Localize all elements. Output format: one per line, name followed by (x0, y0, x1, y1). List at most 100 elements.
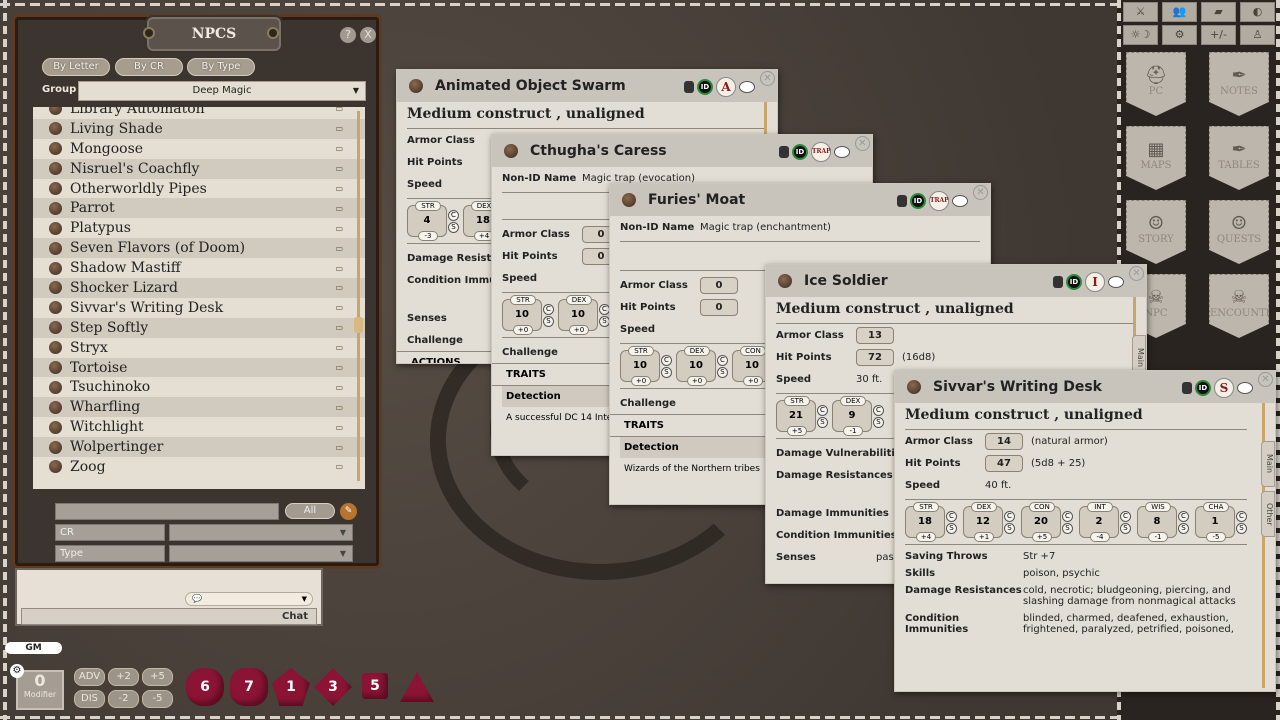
close-icon[interactable]: ✕ (1258, 372, 1273, 387)
save-roll-icon[interactable]: S (1236, 522, 1247, 534)
book-icon[interactable]: ▭ (335, 462, 343, 471)
token-icon[interactable] (49, 380, 62, 394)
book-icon[interactable]: ▭ (335, 144, 343, 153)
calendar-icon[interactable]: ▰ (1201, 2, 1236, 22)
speech-bubble-icon[interactable] (952, 195, 968, 207)
ability-box[interactable]: CHA 1 -5 (1195, 502, 1235, 542)
lock-icon[interactable] (684, 81, 694, 93)
scrollbar[interactable] (357, 111, 360, 481)
filter-type-dropdown[interactable]: ▼ (169, 545, 353, 562)
sidebar-button-maps[interactable]: ▦ MAPS (1126, 126, 1186, 190)
close-icon[interactable]: ✕ (1129, 266, 1144, 281)
ability-box[interactable]: DEX 9 -1 (832, 396, 872, 436)
type-badge[interactable]: I (1085, 272, 1105, 292)
dis-button[interactable]: DIS (74, 690, 105, 708)
search-input[interactable] (55, 503, 279, 520)
tab-by-cr[interactable]: By CR (115, 58, 183, 76)
save-roll-icon[interactable]: S (661, 366, 672, 378)
npc-list-item[interactable]: Shadow Mastiff ▭ (33, 258, 365, 278)
close-icon[interactable]: ✕ (973, 185, 988, 200)
book-icon[interactable]: ▭ (335, 224, 343, 233)
tab-by-type[interactable]: By Type (187, 58, 255, 76)
lock-icon[interactable] (779, 146, 789, 158)
save-roll-icon[interactable]: S (1178, 522, 1189, 534)
check-roll-icon[interactable]: C (873, 404, 884, 416)
book-icon[interactable]: ▭ (335, 423, 343, 432)
speech-bubble-icon[interactable] (834, 146, 850, 158)
npc-list-item[interactable]: Nisruel's Coachfly ▭ (33, 158, 365, 179)
close-icon[interactable]: ✕ (760, 71, 775, 86)
detail-value[interactable]: poison, psychic (1023, 568, 1100, 579)
token-icon[interactable] (49, 400, 62, 414)
ability-box[interactable]: STR 18 +4 (905, 502, 945, 542)
close-button[interactable]: X (360, 27, 376, 43)
token-icon[interactable] (49, 361, 62, 375)
sidebar-button-story[interactable]: ☺ STORY (1126, 200, 1186, 264)
book-icon[interactable]: ▭ (335, 164, 343, 173)
book-icon[interactable]: ▭ (335, 403, 343, 412)
minus5-button[interactable]: -5 (142, 690, 173, 708)
npc-list-item[interactable]: Wolpertinger ▭ (33, 437, 365, 458)
token-icon[interactable] (49, 261, 62, 275)
token-icon[interactable] (49, 107, 62, 116)
non-id-name-value[interactable]: Magic trap (enchantment) (700, 222, 831, 233)
filter-cr-dropdown[interactable]: ▼ (169, 524, 353, 541)
npc-list-item[interactable]: Stryx ▭ (33, 338, 365, 358)
save-roll-icon[interactable]: S (717, 366, 728, 378)
token-icon[interactable] (622, 193, 636, 207)
ability-box[interactable]: DEX 12 +1 (963, 502, 1003, 542)
check-roll-icon[interactable]: C (1004, 510, 1015, 522)
npc-list-item[interactable]: Parrot ▭ (33, 198, 365, 219)
npc-list-item[interactable]: Shocker Lizard ▭ (33, 278, 365, 298)
npc-list-item[interactable]: Tsuchinoko ▭ (33, 377, 365, 397)
check-roll-icon[interactable]: C (1236, 510, 1247, 522)
scrollbar-handle[interactable] (354, 317, 363, 333)
speed-value[interactable]: 40 ft. (985, 480, 1011, 491)
token-icon[interactable] (504, 144, 518, 158)
check-roll-icon[interactable]: C (543, 303, 554, 315)
window-title[interactable]: NPCS (145, 15, 283, 53)
check-roll-icon[interactable]: C (1178, 510, 1189, 522)
token-icon[interactable] (49, 201, 62, 215)
ability-box[interactable]: DEX 10 +0 (558, 295, 598, 335)
hit-dice[interactable]: (16d8) (902, 352, 935, 363)
ability-box[interactable]: INT 2 -4 (1079, 502, 1119, 542)
party-icon[interactable]: 👥 (1162, 2, 1197, 22)
lock-icon[interactable] (1053, 276, 1063, 288)
save-roll-icon[interactable]: S (1004, 522, 1015, 534)
tab-main[interactable]: Main (1261, 441, 1275, 487)
npc-list-item[interactable]: Sivvar's Writing Desk ▭ (33, 298, 365, 318)
save-roll-icon[interactable]: S (543, 315, 554, 327)
group-dropdown[interactable]: Deep Magic ▼ (78, 81, 366, 101)
book-icon[interactable]: ▭ (335, 343, 343, 352)
minus2-button[interactable]: -2 (108, 690, 139, 708)
token-icon[interactable] (49, 460, 62, 474)
non-id-name-value[interactable]: Magic trap (evocation) (582, 173, 695, 184)
sidebar-button-encounters[interactable]: ☠ ENCOUNTERS (1209, 274, 1269, 338)
book-icon[interactable]: ▭ (335, 443, 343, 452)
d8-die[interactable]: 3 (314, 668, 352, 706)
save-roll-icon[interactable]: S (1120, 522, 1131, 534)
npc-list-item[interactable]: Platypus ▭ (33, 218, 365, 238)
check-roll-icon[interactable]: C (661, 354, 672, 366)
gear-icon[interactable]: ⚙ (10, 664, 24, 678)
check-roll-icon[interactable]: C (717, 354, 728, 366)
time-icon[interactable]: ☼☽ (1123, 25, 1158, 45)
token-icon[interactable] (49, 162, 62, 176)
d6-die[interactable]: 5 (362, 673, 388, 699)
token-icon[interactable] (49, 241, 62, 255)
book-icon[interactable]: ▭ (335, 204, 343, 213)
token-icon[interactable] (49, 341, 62, 355)
save-roll-icon[interactable]: S (448, 221, 459, 233)
plus5-button[interactable]: +5 (142, 668, 173, 686)
chat-input[interactable]: Chat (21, 608, 317, 625)
type-badge[interactable]: A (716, 77, 736, 97)
npc-list-item[interactable]: Seven Flavors (of Doom) ▭ (33, 238, 365, 259)
detail-value[interactable]: cold, necrotic; bludgeoning, piercing, a… (1023, 585, 1247, 607)
book-icon[interactable]: ▭ (335, 283, 343, 292)
adv-button[interactable]: ADV (74, 668, 105, 686)
token-icon[interactable] (49, 281, 62, 295)
check-roll-icon[interactable]: C (1120, 510, 1131, 522)
npc-list-item[interactable]: Tortoise ▭ (33, 357, 365, 378)
check-roll-icon[interactable]: C (1062, 510, 1073, 522)
